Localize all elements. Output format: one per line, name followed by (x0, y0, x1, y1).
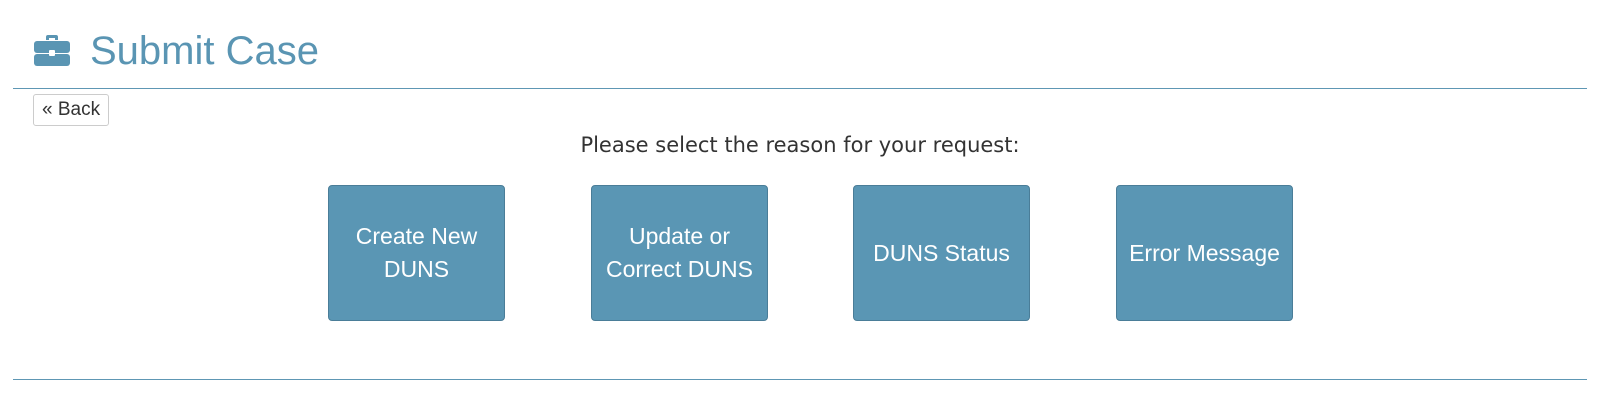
page-header: Submit Case (0, 0, 1600, 90)
briefcase-icon (34, 35, 70, 66)
header-divider (13, 88, 1587, 89)
footer-divider (13, 379, 1587, 380)
request-prompt: Please select the reason for your reques… (580, 133, 1020, 157)
duns-status-button[interactable]: DUNS Status (853, 185, 1030, 321)
option-label: Create New DUNS (355, 223, 478, 282)
option-label: Update or Correct DUNS (606, 223, 753, 282)
update-or-correct-duns-button[interactable]: Update or Correct DUNS (591, 185, 768, 321)
page-title: Submit Case (90, 29, 319, 73)
back-button[interactable]: « Back (33, 94, 110, 126)
option-label: Error Message (1129, 239, 1280, 266)
create-new-duns-button[interactable]: Create New DUNS (328, 185, 505, 321)
option-label: DUNS Status (873, 239, 1010, 266)
error-message-button[interactable]: Error Message (1116, 185, 1293, 321)
